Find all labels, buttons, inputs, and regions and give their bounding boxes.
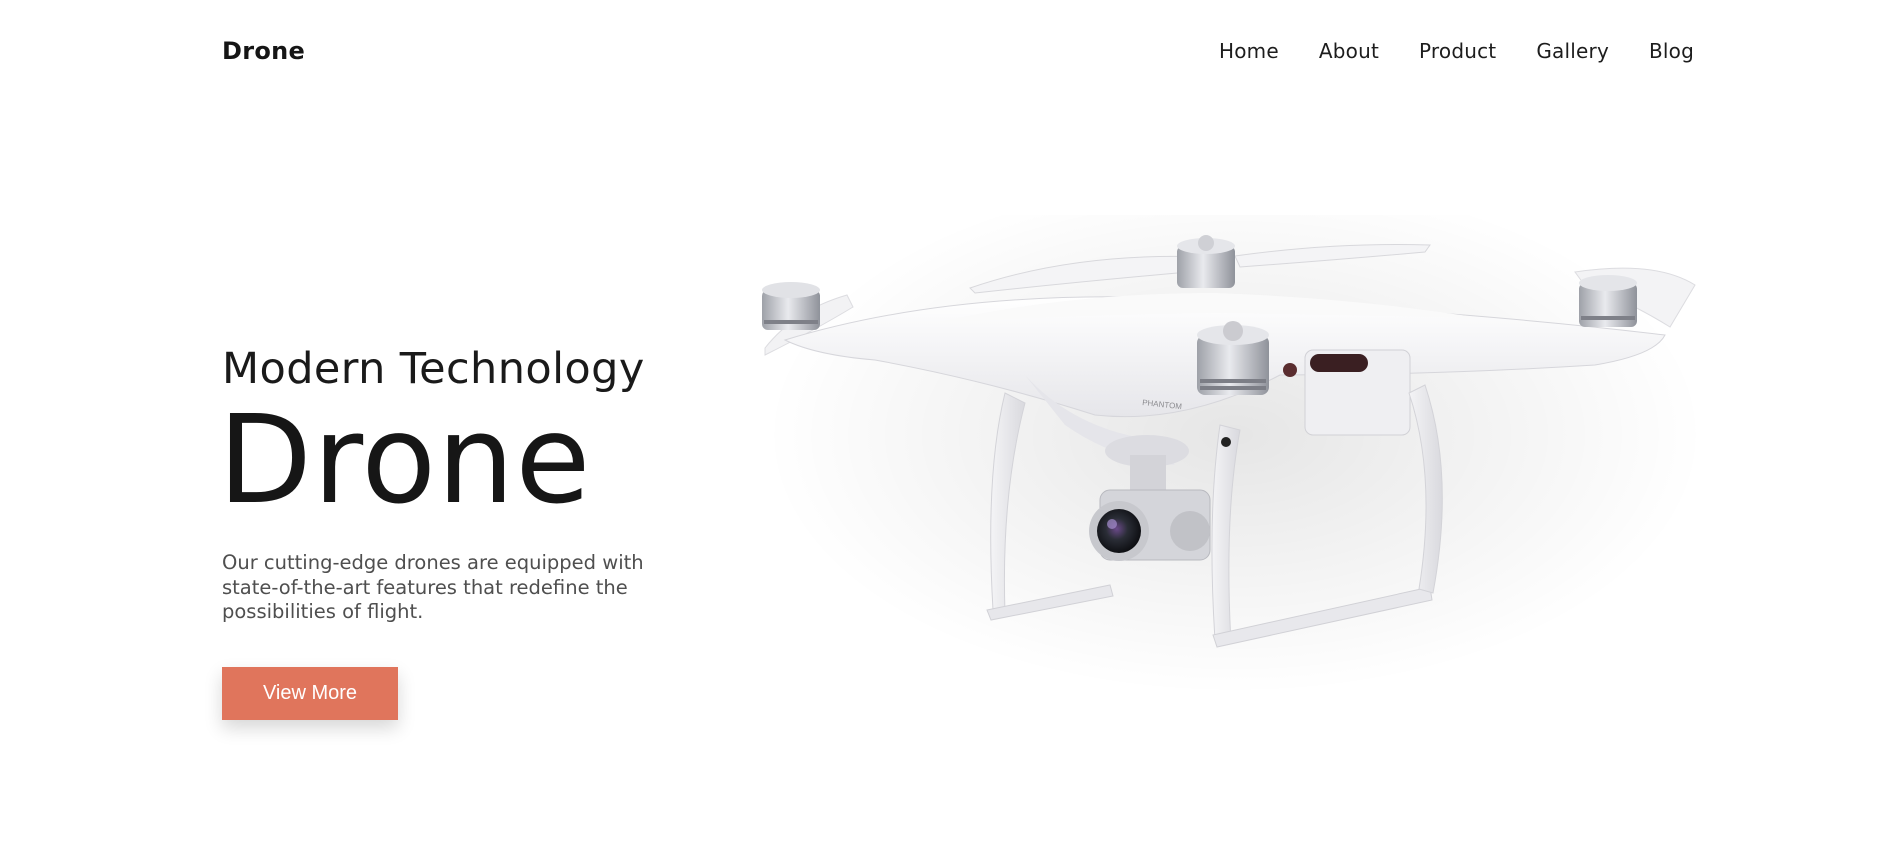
sensor-side-light xyxy=(1283,363,1297,377)
site-header: Drone Home About Product Gallery Blog xyxy=(222,34,1694,68)
hero-title: Drone xyxy=(218,389,592,531)
logo-link[interactable]: Drone xyxy=(222,34,305,68)
gimbal-stem xyxy=(1130,455,1166,495)
motor-back-right xyxy=(1579,275,1637,327)
camera-lens-glint xyxy=(1107,519,1117,529)
hero-description: Our cutting-edge drones are equipped wit… xyxy=(222,551,644,623)
nav-product[interactable]: Product xyxy=(1419,34,1496,68)
sensor-front xyxy=(1310,354,1368,372)
nav-home[interactable]: Home xyxy=(1219,34,1279,68)
hero-section: Modern Technology Drone Our cutting-edge… xyxy=(218,340,742,720)
landing-page: Drone Home About Product Gallery Blog Mo… xyxy=(0,0,1887,855)
motor-back-center xyxy=(1177,235,1235,288)
main-nav: Home About Product Gallery Blog xyxy=(1219,34,1694,68)
camera-lens xyxy=(1097,509,1141,553)
view-more-button[interactable]: View More xyxy=(222,666,398,720)
leg-antenna-dot xyxy=(1221,437,1231,447)
nav-gallery[interactable]: Gallery xyxy=(1536,34,1609,68)
motor-front xyxy=(1197,321,1269,395)
drone-image: PHANTOM xyxy=(735,215,1735,855)
nav-blog[interactable]: Blog xyxy=(1649,34,1694,68)
nav-about[interactable]: About xyxy=(1319,34,1379,68)
motor-back-left xyxy=(762,282,820,330)
camera-side-ring xyxy=(1170,511,1210,551)
